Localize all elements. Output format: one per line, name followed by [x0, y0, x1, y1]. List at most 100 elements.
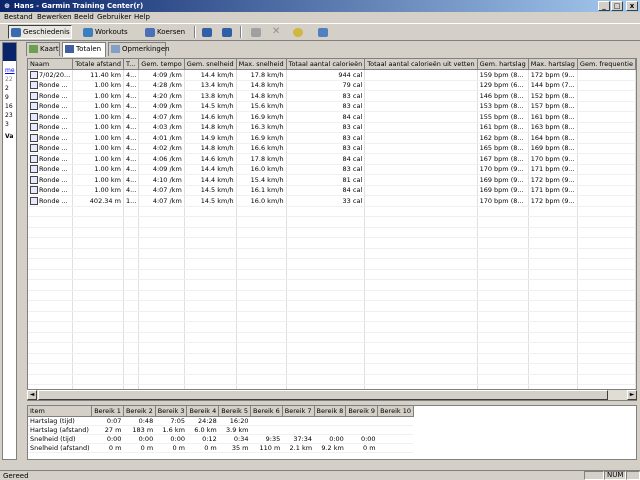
column-header[interactable]: Gem. tempo: [138, 59, 185, 70]
column-header[interactable]: Gem. snelheid: [184, 59, 237, 70]
receive-from-device-button[interactable]: [219, 25, 235, 39]
left-panel-item[interactable]: 16: [5, 103, 13, 110]
activity-row[interactable]: 7/02/20... 11.40 km 4... 4:09 /km 14.4 km/h 1…: [28, 69, 636, 81]
lap-row[interactable]: Ronde ... 402.34 m 1... 4:07 /km 14.5 km/h 16…: [28, 195, 636, 207]
table-cell: [364, 80, 478, 91]
table-cell: 4:02 /km: [138, 143, 185, 154]
table-cell: [635, 153, 636, 165]
panel-splitter[interactable]: [18, 42, 22, 460]
zone-column-header[interactable]: Item: [28, 406, 93, 417]
zones-table-grid: Item Bereik 1 Bereik 2 Bereik 3 Bereik 4 Bere…: [28, 406, 414, 453]
zone-column-header[interactable]: Bereik 10: [377, 406, 414, 417]
empty-cell: [138, 248, 185, 259]
lap-row[interactable]: Ronde ... 1.00 km 4... 4:07 /km 14.6 km/h 16.…: [28, 111, 636, 123]
left-panel-item[interactable]: me: [5, 67, 15, 74]
column-header[interactable]: Totaal aantal calorieën uit vetten: [364, 59, 478, 70]
scroll-right-arrow[interactable]: ►: [627, 390, 637, 400]
lap-row[interactable]: Ronde ... 1.00 km 4... 4:02 /km 14.8 km/h 16.…: [28, 143, 636, 154]
table-cell: 944 cal: [286, 69, 366, 81]
table-cell: 4...: [123, 90, 140, 102]
export-button[interactable]: [315, 25, 329, 39]
lap-row[interactable]: Ronde ... 1.00 km 4... 4:09 /km 14.5 km/h 15.…: [28, 101, 636, 112]
table-cell: 1.00 km: [72, 174, 124, 186]
left-panel-item[interactable]: 22: [5, 76, 13, 83]
column-header[interactable]: Max. hartslag: [528, 59, 578, 70]
zone-column-header[interactable]: Bereik 1: [91, 406, 124, 417]
empty-cell: [477, 206, 529, 217]
table-cell: [364, 132, 478, 144]
tab-opmerkingen[interactable]: Opmerkingen: [108, 42, 170, 56]
lap-row[interactable]: Ronde ... 1.00 km 4... 4:20 /km 13.8 km/h 14.…: [28, 90, 636, 102]
new-folder-button[interactable]: [248, 25, 262, 39]
zone-column-header[interactable]: Bereik 3: [155, 406, 188, 417]
zone-cell: Snelheid (afstand): [28, 443, 92, 453]
lap-row[interactable]: Ronde ... 1.00 km 4... 4:10 /km 14.4 km/h 15.…: [28, 174, 636, 186]
empty-cell: [184, 290, 237, 301]
zone-column-header[interactable]: Bereik 6: [250, 406, 283, 417]
zone-column-header[interactable]: Bereik 4: [186, 406, 220, 417]
empty-cell: [28, 353, 74, 364]
table-cell: [635, 195, 636, 207]
tab-totalen[interactable]: Totalen: [62, 42, 106, 57]
column-header[interactable]: Totale afstand: [72, 59, 124, 70]
empty-cell: [138, 206, 185, 217]
tab-kaart[interactable]: Kaart: [26, 42, 60, 56]
lap-row[interactable]: Ronde ... 1.00 km 4... 4:03 /km 14.8 km/h 16.…: [28, 122, 636, 133]
menu-gebruiker[interactable]: Gebruiker: [97, 13, 131, 21]
menu-beeld[interactable]: Beeld: [74, 13, 94, 21]
table-cell: [364, 101, 478, 112]
zone-column-header[interactable]: Bereik 9: [345, 406, 379, 417]
empty-cell: [236, 279, 287, 291]
column-header[interactable]: T...: [123, 59, 140, 70]
send-to-device-button[interactable]: [199, 25, 215, 39]
menu-bestand[interactable]: Bestand: [4, 13, 33, 21]
empty-cell: [123, 279, 140, 291]
history-button[interactable]: Geschiedenis: [8, 25, 72, 39]
empty-row: [28, 311, 636, 322]
zone-column-header[interactable]: Bereik 8: [314, 406, 347, 417]
minimize-button[interactable]: _: [598, 1, 610, 11]
table-cell: 14.9 km/h: [184, 132, 237, 144]
scroll-left-arrow[interactable]: ◄: [27, 390, 37, 400]
table-cell: [635, 132, 636, 144]
import-button[interactable]: [290, 25, 304, 39]
lap-row[interactable]: Ronde ... 1.00 km 4... 4:09 /km 14.4 km/h 16.…: [28, 164, 636, 175]
zone-cell: 1.6 km: [155, 425, 187, 435]
delete-button[interactable]: ✕: [269, 25, 283, 39]
left-panel-item[interactable]: 2: [5, 85, 9, 92]
empty-cell: [364, 216, 478, 228]
column-header[interactable]: Gem. hartslag: [477, 59, 529, 70]
table-cell: [635, 164, 636, 175]
column-header[interactable]: Tot: [635, 59, 636, 70]
column-header[interactable]: Totaal aantal calorieën: [286, 59, 366, 70]
left-panel-item[interactable]: 3: [5, 121, 9, 128]
horizontal-scrollbar[interactable]: ◄ ►: [27, 389, 637, 400]
table-cell: 4:06 /km: [138, 153, 185, 165]
courses-button[interactable]: Koersen: [142, 25, 190, 39]
workouts-button[interactable]: Workouts: [80, 25, 136, 39]
column-header[interactable]: Naam: [28, 59, 74, 70]
empty-row: [28, 332, 636, 343]
left-panel-item[interactable]: Va: [5, 133, 13, 140]
left-panel-item[interactable]: 9: [5, 94, 9, 101]
close-button[interactable]: x: [626, 1, 638, 11]
menu-bewerken[interactable]: Bewerken: [37, 13, 72, 21]
scroll-thumb[interactable]: [38, 390, 608, 400]
empty-cell: [528, 216, 578, 228]
menu-help[interactable]: Help: [134, 13, 150, 21]
lap-row[interactable]: Ronde ... 1.00 km 4... 4:28 /km 13.4 km/h 14.…: [28, 80, 636, 91]
lap-row[interactable]: Ronde ... 1.00 km 4... 4:07 /km 14.5 km/h 16.…: [28, 185, 636, 196]
maximize-button[interactable]: □: [611, 1, 623, 11]
empty-cell: [138, 279, 185, 291]
zone-column-header[interactable]: Bereik 2: [123, 406, 156, 417]
zone-column-header[interactable]: Bereik 5: [218, 406, 252, 417]
lap-row[interactable]: Ronde ... 1.00 km 4... 4:06 /km 14.6 km/h 17.…: [28, 153, 636, 165]
column-header[interactable]: Gem. frequentie: [577, 59, 636, 70]
zone-column-header[interactable]: Bereik 7: [282, 406, 315, 417]
empty-cell: [477, 248, 529, 259]
table-cell: [635, 111, 636, 123]
column-header[interactable]: Max. snelheid: [236, 59, 287, 70]
lap-row[interactable]: Ronde ... 1.00 km 4... 4:01 /km 14.9 km/h 16.…: [28, 132, 636, 144]
left-panel-item[interactable]: 23: [5, 112, 13, 119]
empty-cell: [72, 353, 124, 364]
